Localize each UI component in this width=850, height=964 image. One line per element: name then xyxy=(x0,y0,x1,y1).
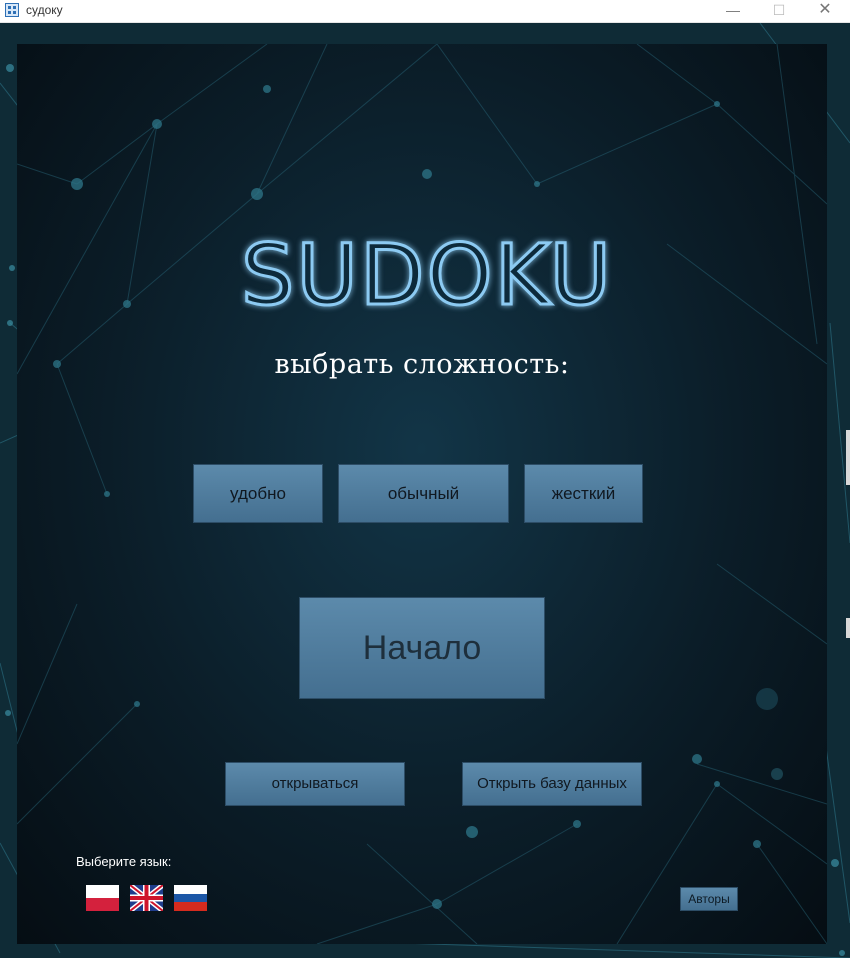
right-edge-marker xyxy=(846,618,850,638)
main-panel: SUDOKU выбрать сложность: удобно обычный… xyxy=(17,44,827,944)
close-button[interactable]: ✕ xyxy=(802,0,848,22)
maximize-button[interactable]: ☐ xyxy=(756,0,802,22)
difficulty-normal-button[interactable]: обычный xyxy=(338,464,509,523)
open-database-button[interactable]: Открыть базу данных xyxy=(462,762,642,806)
window-title: судоку xyxy=(26,3,63,17)
logo-text: SUDOKU xyxy=(241,226,613,322)
start-button[interactable]: Начало xyxy=(299,597,545,699)
minimize-button[interactable]: — xyxy=(710,0,756,22)
right-edge-marker xyxy=(846,430,850,485)
open-button[interactable]: открываться xyxy=(225,762,405,806)
poland-flag-icon[interactable] xyxy=(86,885,119,911)
sudoku-logo: SUDOKU xyxy=(240,225,613,323)
difficulty-easy-button[interactable]: удобно xyxy=(193,464,323,523)
difficulty-heading: выбрать сложность: xyxy=(274,349,570,380)
sudoku-app-icon xyxy=(5,3,19,17)
difficulty-hard-button[interactable]: жесткий xyxy=(524,464,643,523)
uk-flag-icon[interactable] xyxy=(130,885,163,911)
window-titlebar: судоку — ☐ ✕ xyxy=(0,0,850,23)
window-background: SUDOKU выбрать сложность: удобно обычный… xyxy=(0,23,850,958)
authors-button[interactable]: Авторы xyxy=(680,887,738,911)
russia-flag-icon[interactable] xyxy=(174,885,207,911)
language-label: Выберите язык: xyxy=(76,854,172,869)
